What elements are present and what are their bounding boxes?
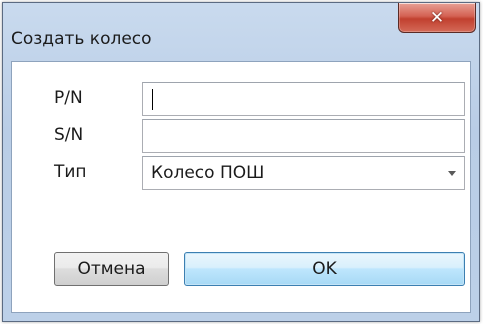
close-icon: ✕ (429, 8, 445, 28)
close-button[interactable]: ✕ (398, 3, 476, 33)
type-dropdown-button[interactable] (440, 157, 464, 189)
ok-button[interactable]: OK (184, 252, 465, 286)
text-caret (152, 89, 153, 110)
cancel-button[interactable]: Отмена (54, 252, 169, 286)
type-select[interactable]: Колесо ПОШ (142, 156, 465, 190)
window-title: Создать колесо (11, 29, 152, 49)
sn-input[interactable] (142, 119, 465, 153)
dialog-window: Создать колесо ✕ P/N S/N Тип Колесо ПОШ … (2, 2, 480, 322)
pn-input[interactable] (142, 82, 465, 116)
type-selected-value: Колесо ПОШ (151, 163, 265, 183)
type-label: Тип (54, 162, 87, 182)
chevron-down-icon (448, 171, 456, 176)
dialog-content: P/N S/N Тип Колесо ПОШ Отмена OK (11, 61, 471, 313)
pn-label: P/N (54, 88, 83, 108)
sn-label: S/N (54, 125, 84, 145)
